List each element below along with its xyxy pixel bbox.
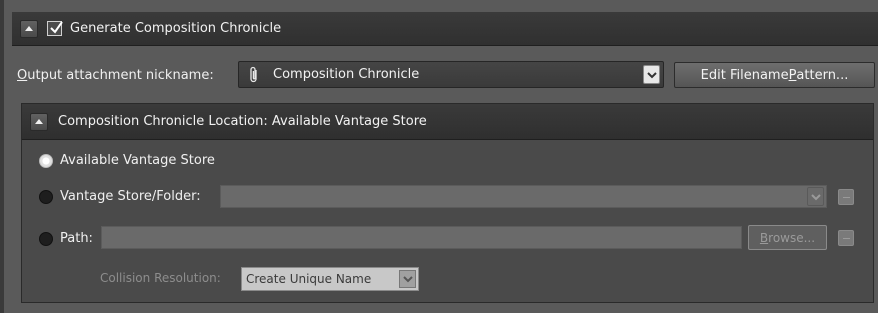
browse-button[interactable]: Browse... [748,225,827,250]
chevron-up-icon [35,119,43,124]
location-header: Composition Chronicle Location: Availabl… [22,104,873,140]
folder-dropdown-button[interactable] [807,187,824,206]
path-remove-button[interactable] [838,230,854,246]
collapse-button[interactable] [20,19,38,38]
nickname-value: Composition Chronicle [273,67,420,82]
location-panel: Composition Chronicle Location: Availabl… [21,103,874,303]
checkmark-icon [50,21,63,34]
path-label: Path: [60,231,93,246]
output-nickname-row: Output attachment nickname: Composition … [12,58,878,92]
section-header: Generate Composition Chronicle [12,12,878,46]
chevron-up-icon [25,26,33,31]
chevron-down-icon [810,193,821,200]
generate-checkbox[interactable] [47,21,63,36]
chevron-down-icon [402,276,413,283]
collision-dropdown-button[interactable] [399,270,416,288]
composition-chronicle-panel: Generate Composition Chronicle Output at… [0,0,878,313]
folder-remove-button[interactable] [838,189,854,205]
output-nickname-label: Output attachment nickname: [17,67,214,83]
radio-available-vantage-store[interactable] [39,154,53,168]
edit-filename-pattern-button[interactable]: Edit Filename Pattern... [674,62,875,88]
collision-resolution-select[interactable]: Create Unique Name [241,267,419,291]
location-title: Composition Chronicle Location: Availabl… [58,114,427,129]
radio-vantage-store-folder[interactable] [39,190,53,204]
location-collapse-button[interactable] [30,112,48,131]
chevron-down-icon [646,71,657,78]
available-vantage-store-label: Available Vantage Store [60,153,215,168]
collision-resolution-value: Create Unique Name [246,272,372,286]
section-title: Generate Composition Chronicle [70,21,282,36]
radio-path[interactable] [39,232,53,246]
collision-resolution-label: Collision Resolution: [100,271,221,285]
vantage-store-folder-select[interactable] [220,185,827,208]
path-input[interactable] [101,226,742,249]
minus-icon [842,196,850,198]
nickname-dropdown-button[interactable] [643,65,660,84]
vantage-store-folder-label: Vantage Store/Folder: [60,189,201,204]
paperclip-icon [250,66,257,82]
nickname-select[interactable]: Composition Chronicle [238,61,664,88]
minus-icon [842,237,850,239]
